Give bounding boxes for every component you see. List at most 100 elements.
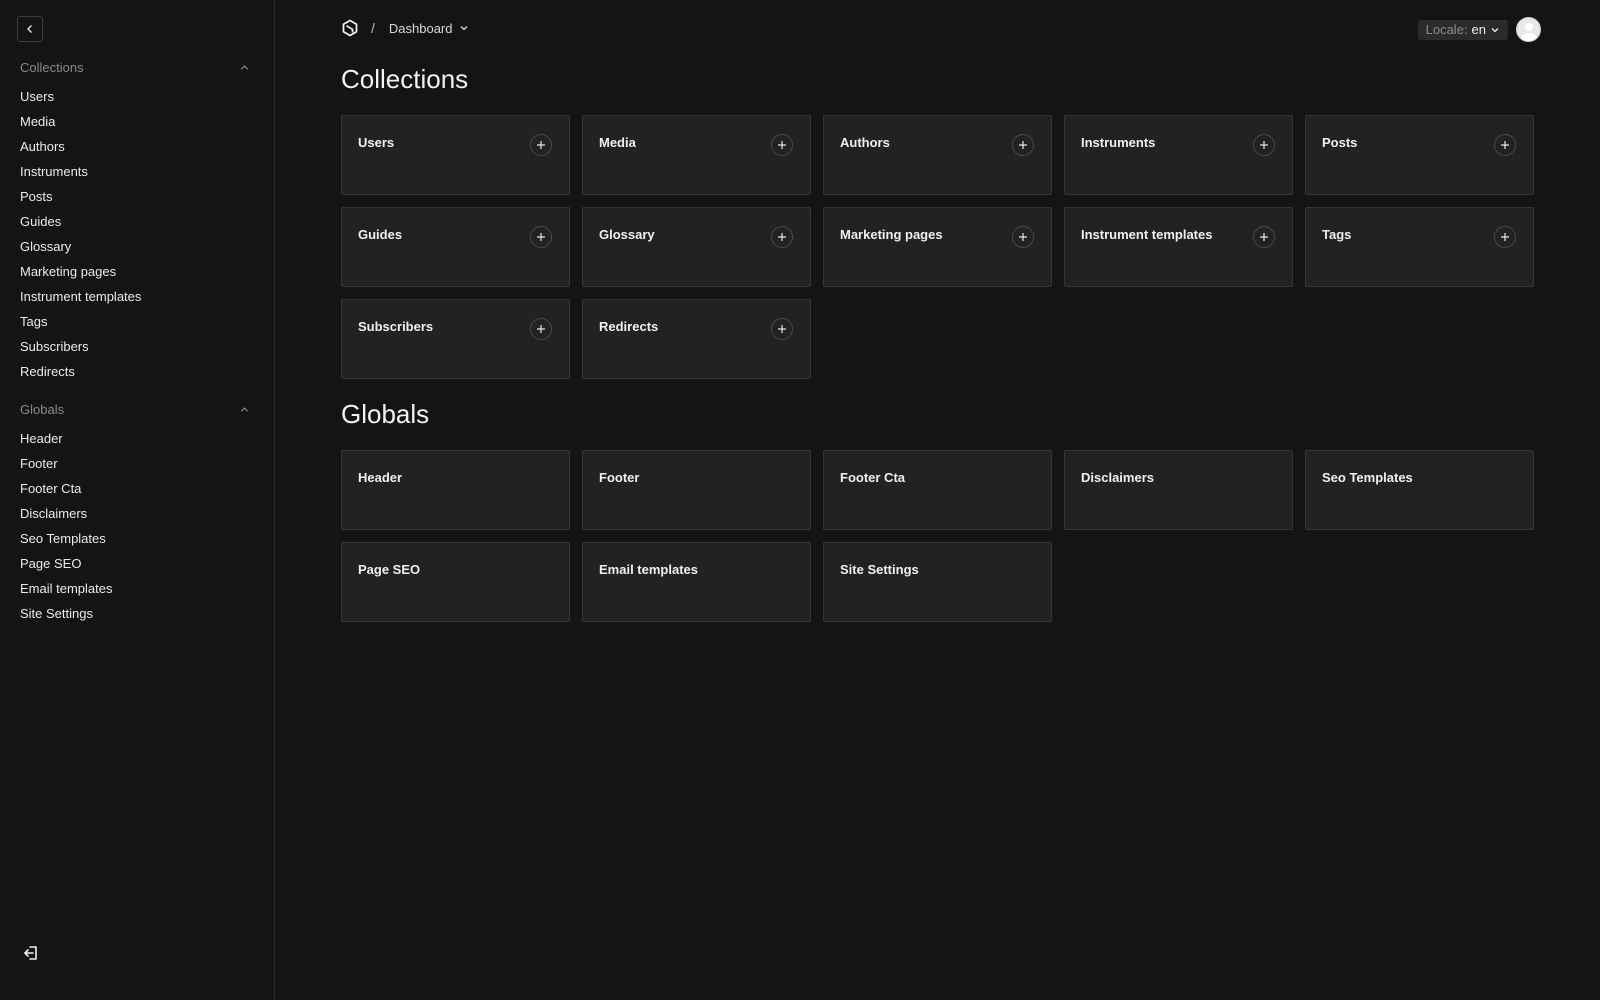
card-instrument-templates[interactable]: Instrument templates xyxy=(1064,207,1293,287)
plus-icon xyxy=(537,233,545,241)
chevron-left-icon xyxy=(27,25,32,33)
sidebar-item-footer[interactable]: Footer xyxy=(20,451,254,476)
create-redirects-button[interactable] xyxy=(771,318,793,340)
locale-label: Locale: xyxy=(1425,22,1468,37)
plus-icon xyxy=(778,325,786,333)
sidebar-item-redirects[interactable]: Redirects xyxy=(20,359,254,384)
card-title: Footer xyxy=(599,470,640,485)
card-footer[interactable]: Footer xyxy=(582,450,811,530)
card-title: Tags xyxy=(1322,227,1352,242)
sidebar-item-glossary[interactable]: Glossary xyxy=(20,234,254,259)
card-site-settings[interactable]: Site Settings xyxy=(823,542,1052,622)
card-title: Glossary xyxy=(599,227,655,242)
sidebar-item-guides[interactable]: Guides xyxy=(20,209,254,234)
card-title: Marketing pages xyxy=(840,227,943,242)
card-title: Instrument templates xyxy=(1081,227,1213,242)
card-subscribers[interactable]: Subscribers xyxy=(341,299,570,379)
create-guides-button[interactable] xyxy=(530,226,552,248)
sidebar: Collections Users Media Authors Instruments… xyxy=(0,0,275,1000)
sidebar-item-site-settings[interactable]: Site Settings xyxy=(20,601,254,626)
create-posts-button[interactable] xyxy=(1494,134,1516,156)
card-header[interactable]: Header xyxy=(341,450,570,530)
card-guides[interactable]: Guides xyxy=(341,207,570,287)
card-title: Users xyxy=(358,135,395,150)
card-title: Posts xyxy=(1322,135,1358,150)
create-authors-button[interactable] xyxy=(1012,134,1034,156)
sidebar-item-users[interactable]: Users xyxy=(20,84,254,109)
breadcrumb-separator: / xyxy=(371,20,375,36)
breadcrumb-label: Dashboard xyxy=(388,20,453,36)
plus-icon xyxy=(1501,233,1509,241)
card-title: Email templates xyxy=(599,562,698,577)
card-email-templates[interactable]: Email templates xyxy=(582,542,811,622)
chevron-down-icon xyxy=(460,26,467,31)
sidebar-item-posts[interactable]: Posts xyxy=(20,184,254,209)
card-title: Instruments xyxy=(1081,135,1156,150)
create-tags-button[interactable] xyxy=(1494,226,1516,248)
chevron-up-icon xyxy=(240,406,249,412)
main-content: / Dashboard Locale: en Collections Users… xyxy=(275,0,1600,1000)
card-title: Authors xyxy=(840,135,890,150)
sidebar-item-disclaimers[interactable]: Disclaimers xyxy=(20,501,254,526)
sidebar-item-footer-cta[interactable]: Footer Cta xyxy=(20,476,254,501)
card-seo-templates[interactable]: Seo Templates xyxy=(1305,450,1534,530)
plus-icon xyxy=(537,325,545,333)
nav-group-globals-toggle[interactable]: Globals xyxy=(20,398,254,420)
card-users[interactable]: Users xyxy=(341,115,570,195)
create-instruments-button[interactable] xyxy=(1253,134,1275,156)
sidebar-item-email-templates[interactable]: Email templates xyxy=(20,576,254,601)
plus-icon xyxy=(1260,233,1268,241)
card-instruments[interactable]: Instruments xyxy=(1064,115,1293,195)
logout-icon[interactable] xyxy=(22,944,40,962)
nav-list-collections: Users Media Authors Instruments Posts Guides G… xyxy=(20,84,254,384)
card-footer-cta[interactable]: Footer Cta xyxy=(823,450,1052,530)
nav-group-label: Globals xyxy=(20,401,65,417)
sidebar-item-seo-templates[interactable]: Seo Templates xyxy=(20,526,254,551)
sidebar-item-authors[interactable]: Authors xyxy=(20,134,254,159)
create-instrument-templates-button[interactable] xyxy=(1253,226,1275,248)
sidebar-item-subscribers[interactable]: Subscribers xyxy=(20,334,254,359)
collapse-sidebar-button[interactable] xyxy=(17,16,43,42)
nav-group-label: Collections xyxy=(20,59,84,75)
nav-group-collections: Collections Users Media Authors Instruments… xyxy=(20,56,254,384)
card-title: Header xyxy=(358,470,403,485)
create-media-button[interactable] xyxy=(771,134,793,156)
create-glossary-button[interactable] xyxy=(771,226,793,248)
card-redirects[interactable]: Redirects xyxy=(582,299,811,379)
sidebar-item-media[interactable]: Media xyxy=(20,109,254,134)
default-avatar-icon[interactable] xyxy=(1516,17,1541,42)
sidebar-item-instruments[interactable]: Instruments xyxy=(20,159,254,184)
card-media[interactable]: Media xyxy=(582,115,811,195)
plus-icon xyxy=(778,141,786,149)
app: Collections Users Media Authors Instruments… xyxy=(0,0,1600,1000)
locale-selector[interactable]: Locale: en xyxy=(1417,19,1508,40)
topbar-actions: Locale: en xyxy=(1417,17,1541,42)
collections-grid: Users Media Authors Instruments Posts Guides G… xyxy=(341,115,1600,379)
create-subscribers-button[interactable] xyxy=(530,318,552,340)
locale-value: en xyxy=(1471,22,1486,37)
plus-icon xyxy=(1019,233,1027,241)
payload-logo-icon[interactable] xyxy=(341,19,359,37)
chevron-down-icon xyxy=(1491,27,1499,32)
sidebar-item-marketing-pages[interactable]: Marketing pages xyxy=(20,259,254,284)
card-title: Footer Cta xyxy=(840,470,905,485)
create-users-button[interactable] xyxy=(530,134,552,156)
sidebar-item-page-seo[interactable]: Page SEO xyxy=(20,551,254,576)
card-disclaimers[interactable]: Disclaimers xyxy=(1064,450,1293,530)
create-marketing-pages-button[interactable] xyxy=(1012,226,1034,248)
card-glossary[interactable]: Glossary xyxy=(582,207,811,287)
card-title: Redirects xyxy=(599,319,659,334)
card-marketing-pages[interactable]: Marketing pages xyxy=(823,207,1052,287)
collections-title: Collections xyxy=(341,64,469,94)
nav-group-collections-toggle[interactable]: Collections xyxy=(20,56,254,78)
plus-icon xyxy=(778,233,786,241)
card-page-seo[interactable]: Page SEO xyxy=(341,542,570,622)
breadcrumb-dashboard[interactable]: Dashboard xyxy=(389,21,469,36)
card-authors[interactable]: Authors xyxy=(823,115,1052,195)
card-posts[interactable]: Posts xyxy=(1305,115,1534,195)
sidebar-item-instrument-templates[interactable]: Instrument templates xyxy=(20,284,254,309)
card-tags[interactable]: Tags xyxy=(1305,207,1534,287)
sidebar-item-tags[interactable]: Tags xyxy=(20,309,254,334)
sidebar-item-header[interactable]: Header xyxy=(20,426,254,451)
plus-icon xyxy=(1501,141,1509,149)
